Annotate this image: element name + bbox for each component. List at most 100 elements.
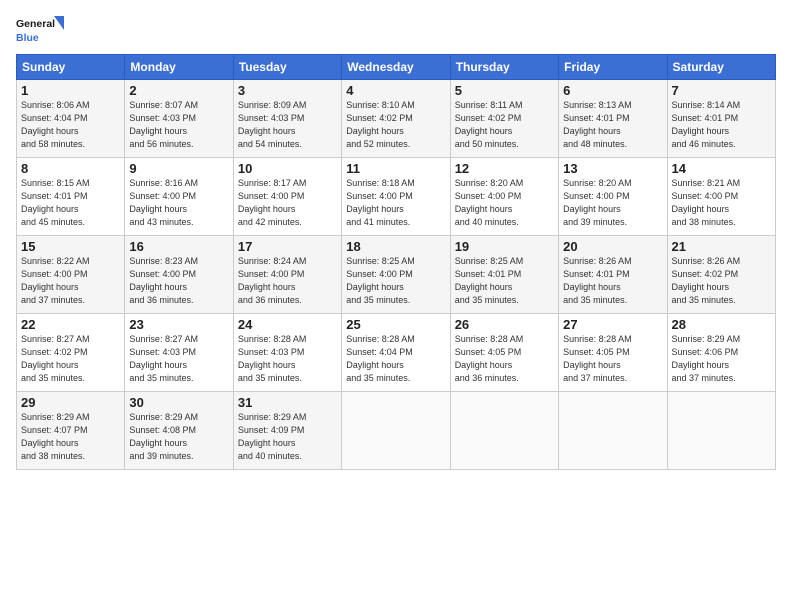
day-number: 3 (238, 83, 337, 98)
day-header-friday: Friday (559, 55, 667, 80)
header-row: SundayMondayTuesdayWednesdayThursdayFrid… (17, 55, 776, 80)
week-row-4: 22 Sunrise: 8:27 AMSunset: 4:02 PMDaylig… (17, 314, 776, 392)
day-number: 23 (129, 317, 228, 332)
day-info: Sunrise: 8:28 AMSunset: 4:04 PMDaylight … (346, 334, 415, 383)
calendar-cell: 22 Sunrise: 8:27 AMSunset: 4:02 PMDaylig… (17, 314, 125, 392)
day-number: 20 (563, 239, 662, 254)
day-number: 1 (21, 83, 120, 98)
day-number: 16 (129, 239, 228, 254)
day-header-saturday: Saturday (667, 55, 775, 80)
day-info: Sunrise: 8:26 AMSunset: 4:01 PMDaylight … (563, 256, 632, 305)
day-number: 14 (672, 161, 771, 176)
calendar-header: SundayMondayTuesdayWednesdayThursdayFrid… (17, 55, 776, 80)
day-number: 13 (563, 161, 662, 176)
day-info: Sunrise: 8:14 AMSunset: 4:01 PMDaylight … (672, 100, 741, 149)
day-info: Sunrise: 8:29 AMSunset: 4:08 PMDaylight … (129, 412, 198, 461)
day-info: Sunrise: 8:09 AMSunset: 4:03 PMDaylight … (238, 100, 307, 149)
day-header-thursday: Thursday (450, 55, 558, 80)
day-info: Sunrise: 8:13 AMSunset: 4:01 PMDaylight … (563, 100, 632, 149)
day-info: Sunrise: 8:21 AMSunset: 4:00 PMDaylight … (672, 178, 741, 227)
day-number: 27 (563, 317, 662, 332)
calendar-cell: 3 Sunrise: 8:09 AMSunset: 4:03 PMDayligh… (233, 80, 341, 158)
calendar-cell: 14 Sunrise: 8:21 AMSunset: 4:00 PMDaylig… (667, 158, 775, 236)
day-info: Sunrise: 8:07 AMSunset: 4:03 PMDaylight … (129, 100, 198, 149)
day-header-wednesday: Wednesday (342, 55, 450, 80)
calendar-cell: 10 Sunrise: 8:17 AMSunset: 4:00 PMDaylig… (233, 158, 341, 236)
calendar-cell: 2 Sunrise: 8:07 AMSunset: 4:03 PMDayligh… (125, 80, 233, 158)
day-number: 29 (21, 395, 120, 410)
calendar-cell: 30 Sunrise: 8:29 AMSunset: 4:08 PMDaylig… (125, 392, 233, 470)
calendar-cell: 19 Sunrise: 8:25 AMSunset: 4:01 PMDaylig… (450, 236, 558, 314)
calendar-cell: 13 Sunrise: 8:20 AMSunset: 4:00 PMDaylig… (559, 158, 667, 236)
day-info: Sunrise: 8:18 AMSunset: 4:00 PMDaylight … (346, 178, 415, 227)
day-number: 22 (21, 317, 120, 332)
calendar-cell: 9 Sunrise: 8:16 AMSunset: 4:00 PMDayligh… (125, 158, 233, 236)
day-info: Sunrise: 8:20 AMSunset: 4:00 PMDaylight … (563, 178, 632, 227)
calendar-cell: 15 Sunrise: 8:22 AMSunset: 4:00 PMDaylig… (17, 236, 125, 314)
day-info: Sunrise: 8:24 AMSunset: 4:00 PMDaylight … (238, 256, 307, 305)
day-number: 17 (238, 239, 337, 254)
day-header-monday: Monday (125, 55, 233, 80)
day-info: Sunrise: 8:15 AMSunset: 4:01 PMDaylight … (21, 178, 90, 227)
calendar-cell: 17 Sunrise: 8:24 AMSunset: 4:00 PMDaylig… (233, 236, 341, 314)
day-number: 11 (346, 161, 445, 176)
day-number: 12 (455, 161, 554, 176)
day-number: 30 (129, 395, 228, 410)
day-number: 2 (129, 83, 228, 98)
calendar-cell: 7 Sunrise: 8:14 AMSunset: 4:01 PMDayligh… (667, 80, 775, 158)
logo: General Blue (16, 12, 66, 48)
day-info: Sunrise: 8:29 AMSunset: 4:07 PMDaylight … (21, 412, 90, 461)
day-number: 15 (21, 239, 120, 254)
day-number: 5 (455, 83, 554, 98)
calendar-cell: 29 Sunrise: 8:29 AMSunset: 4:07 PMDaylig… (17, 392, 125, 470)
day-number: 9 (129, 161, 228, 176)
header: General Blue (16, 12, 776, 48)
day-header-tuesday: Tuesday (233, 55, 341, 80)
week-row-2: 8 Sunrise: 8:15 AMSunset: 4:01 PMDayligh… (17, 158, 776, 236)
calendar-cell: 25 Sunrise: 8:28 AMSunset: 4:04 PMDaylig… (342, 314, 450, 392)
day-info: Sunrise: 8:29 AMSunset: 4:09 PMDaylight … (238, 412, 307, 461)
day-info: Sunrise: 8:28 AMSunset: 4:05 PMDaylight … (455, 334, 524, 383)
week-row-3: 15 Sunrise: 8:22 AMSunset: 4:00 PMDaylig… (17, 236, 776, 314)
day-number: 31 (238, 395, 337, 410)
day-info: Sunrise: 8:29 AMSunset: 4:06 PMDaylight … (672, 334, 741, 383)
day-number: 18 (346, 239, 445, 254)
calendar-cell: 31 Sunrise: 8:29 AMSunset: 4:09 PMDaylig… (233, 392, 341, 470)
calendar-cell: 28 Sunrise: 8:29 AMSunset: 4:06 PMDaylig… (667, 314, 775, 392)
day-number: 6 (563, 83, 662, 98)
day-info: Sunrise: 8:17 AMSunset: 4:00 PMDaylight … (238, 178, 307, 227)
calendar-cell: 5 Sunrise: 8:11 AMSunset: 4:02 PMDayligh… (450, 80, 558, 158)
calendar-cell: 16 Sunrise: 8:23 AMSunset: 4:00 PMDaylig… (125, 236, 233, 314)
svg-text:General: General (16, 18, 55, 30)
logo-svg: General Blue (16, 12, 66, 48)
week-row-5: 29 Sunrise: 8:29 AMSunset: 4:07 PMDaylig… (17, 392, 776, 470)
day-info: Sunrise: 8:20 AMSunset: 4:00 PMDaylight … (455, 178, 524, 227)
calendar-cell (450, 392, 558, 470)
calendar-cell: 27 Sunrise: 8:28 AMSunset: 4:05 PMDaylig… (559, 314, 667, 392)
day-number: 4 (346, 83, 445, 98)
calendar-cell: 6 Sunrise: 8:13 AMSunset: 4:01 PMDayligh… (559, 80, 667, 158)
day-info: Sunrise: 8:22 AMSunset: 4:00 PMDaylight … (21, 256, 90, 305)
calendar-cell: 20 Sunrise: 8:26 AMSunset: 4:01 PMDaylig… (559, 236, 667, 314)
day-info: Sunrise: 8:26 AMSunset: 4:02 PMDaylight … (672, 256, 741, 305)
calendar-cell: 1 Sunrise: 8:06 AMSunset: 4:04 PMDayligh… (17, 80, 125, 158)
calendar-cell: 18 Sunrise: 8:25 AMSunset: 4:00 PMDaylig… (342, 236, 450, 314)
calendar-table: SundayMondayTuesdayWednesdayThursdayFrid… (16, 54, 776, 470)
day-header-sunday: Sunday (17, 55, 125, 80)
day-number: 8 (21, 161, 120, 176)
calendar-cell (667, 392, 775, 470)
calendar-cell (342, 392, 450, 470)
day-number: 7 (672, 83, 771, 98)
calendar-cell: 8 Sunrise: 8:15 AMSunset: 4:01 PMDayligh… (17, 158, 125, 236)
day-info: Sunrise: 8:11 AMSunset: 4:02 PMDaylight … (455, 100, 523, 149)
day-number: 21 (672, 239, 771, 254)
day-number: 10 (238, 161, 337, 176)
day-number: 28 (672, 317, 771, 332)
calendar-cell (559, 392, 667, 470)
calendar-cell: 26 Sunrise: 8:28 AMSunset: 4:05 PMDaylig… (450, 314, 558, 392)
week-row-1: 1 Sunrise: 8:06 AMSunset: 4:04 PMDayligh… (17, 80, 776, 158)
calendar-cell: 23 Sunrise: 8:27 AMSunset: 4:03 PMDaylig… (125, 314, 233, 392)
calendar-cell: 24 Sunrise: 8:28 AMSunset: 4:03 PMDaylig… (233, 314, 341, 392)
day-info: Sunrise: 8:28 AMSunset: 4:03 PMDaylight … (238, 334, 307, 383)
calendar-cell: 21 Sunrise: 8:26 AMSunset: 4:02 PMDaylig… (667, 236, 775, 314)
